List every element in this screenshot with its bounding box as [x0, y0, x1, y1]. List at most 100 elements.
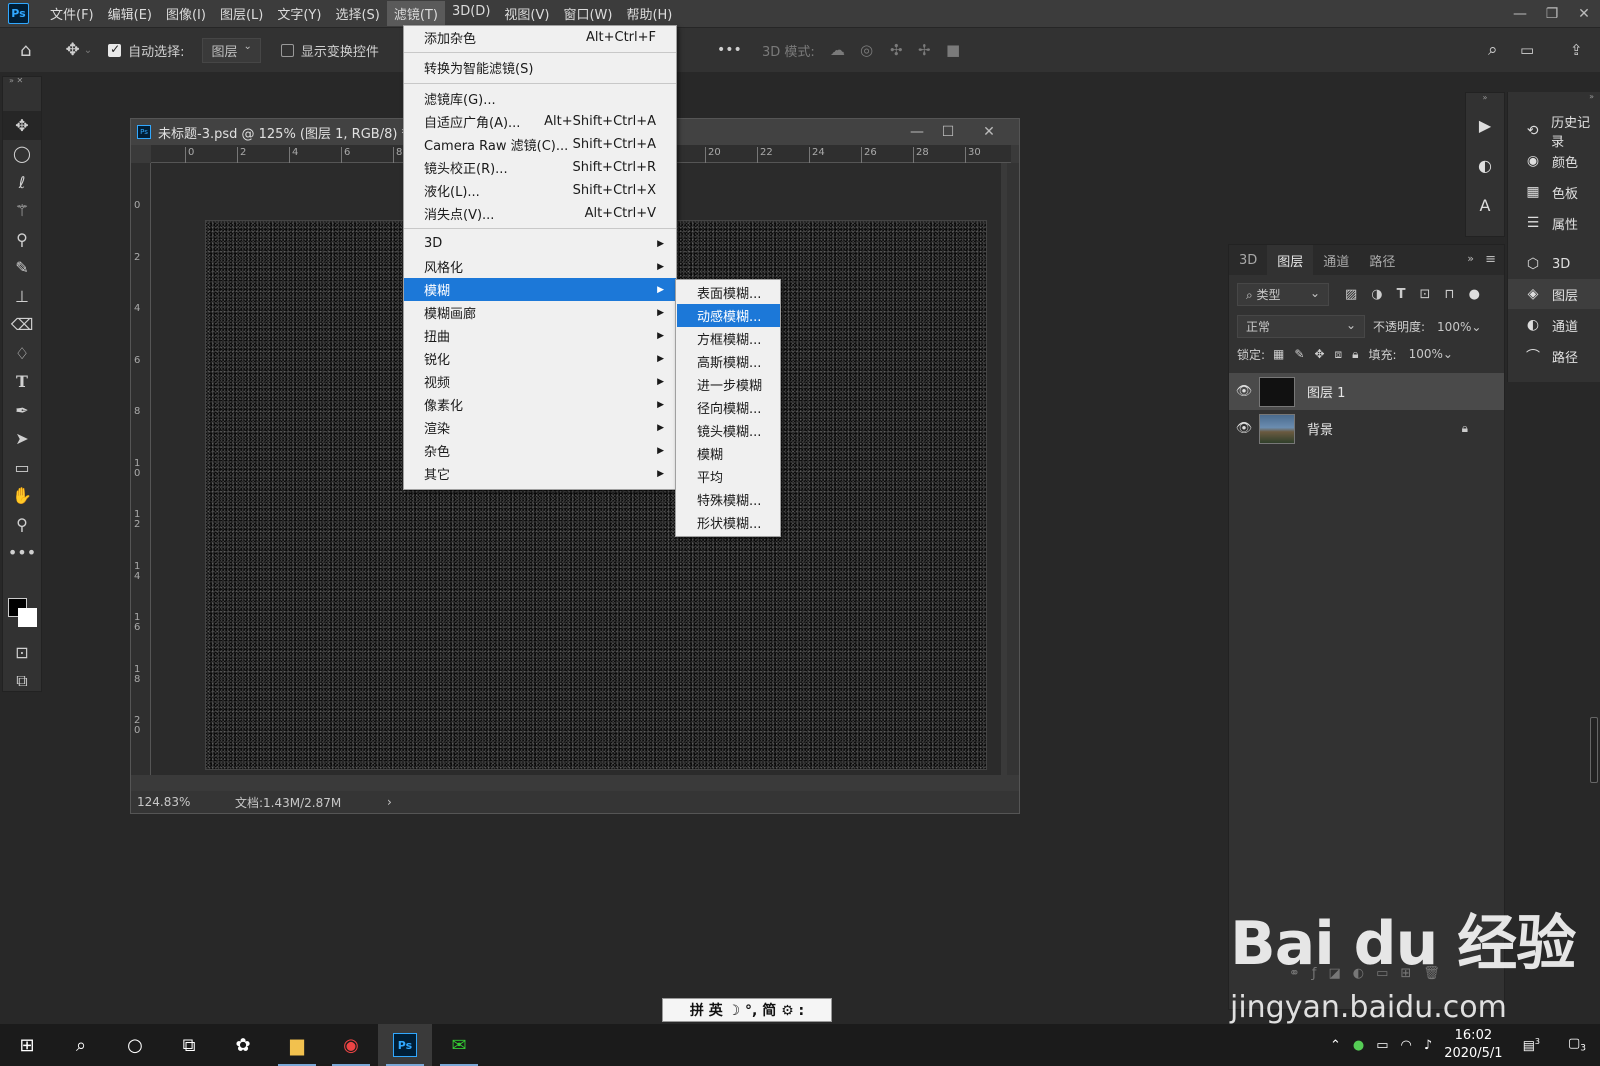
battery-icon[interactable]: ▭: [1376, 1038, 1388, 1053]
filter-menu-item[interactable]: 消失点(V)... Alt+Ctrl+V: [404, 202, 676, 225]
filter-menu-item[interactable]: Camera Raw 滤镜(C)... Shift+Ctrl+A: [404, 133, 676, 156]
vertical-scrollbar[interactable]: [1007, 163, 1019, 775]
move-tool-icon[interactable]: ✥: [65, 40, 79, 60]
filter-toggle-icon[interactable]: ●: [1469, 287, 1480, 302]
layer-row[interactable]: 👁︎ 图层 1: [1229, 373, 1504, 410]
show-transform-checkbox[interactable]: 显示变换控件: [280, 41, 379, 60]
blur-submenu-item[interactable]: 方框模糊...: [677, 327, 780, 350]
menu-6[interactable]: 滤镜(T): [386, 1, 445, 26]
filter-menu-item[interactable]: 模糊 ▶: [404, 278, 676, 301]
lasso-tool-icon[interactable]: ℓ: [3, 168, 41, 197]
doc-close-icon[interactable]: ✕: [974, 119, 1004, 145]
dock-item[interactable]: ⬡ 3D: [1508, 249, 1600, 279]
layer-kind-dropdown[interactable]: ⌕ 类型 ⌄: [1237, 283, 1329, 306]
visibility-eye-icon[interactable]: 👁︎: [1229, 384, 1259, 399]
dock-item[interactable]: ◐ 通道: [1508, 310, 1600, 340]
layer-name[interactable]: 背景: [1307, 419, 1333, 438]
blur-submenu-item[interactable]: 动感模糊...: [677, 304, 780, 327]
filter-menu-item[interactable]: 其它 ▶: [404, 462, 676, 485]
app-swirl-icon[interactable]: ✿: [216, 1024, 270, 1066]
menu-10[interactable]: 帮助(H): [619, 1, 679, 26]
notes-icon[interactable]: ▤3: [1523, 1037, 1540, 1053]
smart-filter-icon[interactable]: ⊓: [1444, 287, 1454, 302]
path-select-tool-icon[interactable]: ➤: [3, 425, 41, 454]
3d-orbit-icon[interactable]: ☁: [830, 41, 845, 59]
filter-menu-item[interactable]: 模糊画廊 ▶: [404, 301, 676, 324]
3d-camera-icon[interactable]: ■: [946, 41, 960, 59]
dock-item[interactable]: ⌒ 路径: [1508, 341, 1600, 371]
close-icon[interactable]: ✕: [1568, 0, 1600, 27]
status-arrow-icon[interactable]: ›: [387, 795, 392, 809]
layers-tab[interactable]: 3D: [1229, 245, 1267, 275]
filter-menu-item[interactable]: 滤镜库(G)...: [404, 87, 676, 110]
layer-row[interactable]: 👁︎ 背景 🔒︎: [1229, 410, 1504, 447]
image-filter-icon[interactable]: ▨: [1345, 287, 1357, 302]
blur-submenu-item[interactable]: 模糊: [677, 442, 780, 465]
hand-tool-icon[interactable]: ✋: [3, 482, 41, 511]
clock[interactable]: 16:02 2020/5/1: [1444, 1027, 1502, 1063]
blur-submenu-item[interactable]: 特殊模糊...: [677, 488, 780, 511]
workspace-icon[interactable]: ▭: [1520, 41, 1534, 59]
character-icon[interactable]: A: [1466, 185, 1504, 225]
filter-menu-item[interactable]: 渲染 ▶: [404, 416, 676, 439]
photoshop-taskbar-icon[interactable]: Ps: [378, 1024, 432, 1066]
collapse-icon[interactable]: »: [1589, 92, 1594, 101]
search-icon[interactable]: ⌕: [1488, 40, 1498, 60]
move-tool-icon[interactable]: ✥: [3, 111, 41, 140]
blur-submenu-item[interactable]: 平均: [677, 465, 780, 488]
minimize-icon[interactable]: —: [1504, 0, 1536, 27]
filter-menu-item[interactable]: 扭曲 ▶: [404, 324, 676, 347]
type-filter-icon[interactable]: T: [1397, 287, 1406, 302]
more-tools-icon[interactable]: •••: [3, 539, 41, 568]
lock-transparency-icon[interactable]: ▦: [1273, 347, 1284, 361]
marquee-tool-icon[interactable]: ◯: [3, 140, 41, 169]
play-action-icon[interactable]: ▶: [1466, 105, 1504, 145]
layer-name[interactable]: 图层 1: [1307, 382, 1345, 401]
home-icon[interactable]: ⌂: [20, 40, 31, 61]
menu-2[interactable]: 图像(I): [159, 1, 213, 26]
tray-expand-icon[interactable]: ⌃: [1330, 1038, 1341, 1053]
visibility-eye-icon[interactable]: 👁︎: [1229, 421, 1259, 436]
expand-icon[interactable]: »: [1467, 252, 1474, 265]
dodge-tool-icon[interactable]: ♢: [3, 339, 41, 368]
volume-icon[interactable]: ♪: [1424, 1038, 1432, 1053]
brush-tool-icon[interactable]: ✎: [3, 254, 41, 283]
layers-tab[interactable]: 路径: [1359, 245, 1405, 275]
zoom-tool-icon[interactable]: ⚲: [3, 510, 41, 539]
wifi-icon[interactable]: ◠: [1401, 1038, 1412, 1053]
panel-collapse-icon[interactable]: » ✕: [3, 77, 41, 87]
filter-menu-item[interactable]: 自适应广角(A)... Alt+Shift+Ctrl+A: [404, 110, 676, 133]
filter-menu-item[interactable]: 镜头校正(R)... Shift+Ctrl+R: [404, 156, 676, 179]
share-icon[interactable]: ⇪: [1570, 41, 1583, 59]
action-center-icon[interactable]: ▢3: [1568, 1036, 1586, 1054]
filter-menu-item[interactable]: 液化(L)... Shift+Ctrl+X: [404, 179, 676, 202]
3d-roll-icon[interactable]: ◎: [860, 41, 873, 59]
lock-position-icon[interactable]: ✥: [1314, 347, 1324, 361]
chrome-icon[interactable]: ◉: [324, 1024, 378, 1066]
filter-menu-item[interactable]: 风格化 ▶: [404, 255, 676, 278]
background-color-swatch[interactable]: [18, 608, 37, 627]
panel-menu-icon[interactable]: ≡: [1485, 252, 1496, 267]
menu-7[interactable]: 3D(D): [445, 1, 497, 26]
dock-item[interactable]: ▦ 色板: [1508, 177, 1600, 207]
dock-item[interactable]: ◈ 图层: [1508, 279, 1600, 309]
auto-select-dropdown[interactable]: 图层 ⌄: [202, 37, 261, 63]
3d-pan-icon[interactable]: ✣: [890, 41, 903, 59]
search-icon[interactable]: ⌕: [54, 1024, 108, 1066]
restore-icon[interactable]: ❐: [1536, 0, 1568, 27]
wechat-icon[interactable]: ✉: [432, 1024, 486, 1066]
menu-4[interactable]: 文字(Y): [270, 1, 328, 26]
filter-menu-item[interactable]: 3D ▶: [404, 232, 676, 255]
rectangle-tool-icon[interactable]: ▭: [3, 453, 41, 482]
lock-icon[interactable]: 🔒︎: [1462, 421, 1468, 436]
more-options-button[interactable]: •••: [717, 42, 742, 58]
blur-submenu-item[interactable]: 径向模糊...: [677, 396, 780, 419]
menu-9[interactable]: 窗口(W): [556, 1, 619, 26]
lock-pixels-icon[interactable]: ✎: [1294, 347, 1304, 361]
eraser-tool-icon[interactable]: ⌫: [3, 311, 41, 340]
blur-submenu-item[interactable]: 高斯模糊...: [677, 350, 780, 373]
dock-item[interactable]: ⟲ 历史记录: [1508, 116, 1600, 150]
3d-slide-icon[interactable]: ✢: [918, 41, 931, 59]
menu-0[interactable]: 文件(F): [43, 1, 101, 26]
collapse-icon[interactable]: »: [1466, 93, 1504, 105]
